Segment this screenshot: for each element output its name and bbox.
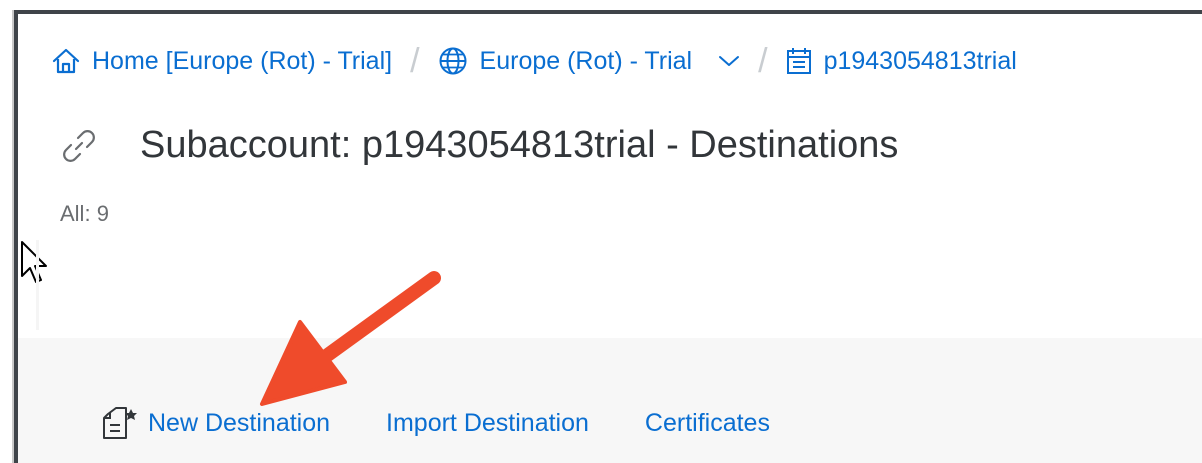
import-destination-button[interactable]: Import Destination: [386, 409, 589, 438]
new-destination-button[interactable]: New Destination: [100, 404, 330, 442]
breadcrumb-subaccount[interactable]: p1943054813trial: [786, 47, 1017, 76]
new-document-icon: [100, 404, 138, 442]
breadcrumb-subaccount-label: p1943054813trial: [823, 46, 1017, 75]
new-destination-label: New Destination: [148, 408, 331, 437]
import-destination-label: Import Destination: [386, 408, 589, 437]
screenshot-frame: Home [Europe (Rot) - Trial] / Europe (Ro…: [0, 0, 1202, 463]
breadcrumb-separator: /: [758, 42, 768, 80]
toolbar: [18, 338, 1202, 463]
globe-icon: [438, 46, 468, 76]
breadcrumb-region-label: Europe (Rot) - Trial: [479, 46, 693, 75]
breadcrumb-separator: /: [410, 42, 420, 80]
breadcrumb-home-label: Home [Europe (Rot) - Trial]: [92, 46, 393, 75]
page-header: Subaccount: p1943054813trial - Destinati…: [58, 124, 898, 167]
breadcrumb-region[interactable]: Europe (Rot) - Trial: [438, 46, 741, 76]
left-gutter: [0, 0, 12, 463]
divider: [36, 240, 39, 330]
chevron-down-icon[interactable]: [718, 54, 740, 68]
item-count-value: 9: [96, 201, 109, 226]
mouse-cursor-icon: [20, 240, 48, 291]
breadcrumb: Home [Europe (Rot) - Trial] / Europe (Ro…: [52, 44, 1017, 78]
link-icon: [58, 125, 102, 167]
calendar-list-icon: [786, 47, 812, 75]
home-icon: [52, 48, 80, 74]
toolbar-actions: New Destination Import Destination Certi…: [100, 404, 770, 442]
item-count: All: 9: [60, 201, 109, 227]
breadcrumb-home[interactable]: Home [Europe (Rot) - Trial]: [52, 47, 392, 76]
certificates-button[interactable]: Certificates: [645, 409, 770, 438]
item-count-label: All:: [60, 201, 91, 226]
certificates-label: Certificates: [644, 408, 770, 437]
page-title: Subaccount: p1943054813trial - Destinati…: [140, 124, 899, 166]
